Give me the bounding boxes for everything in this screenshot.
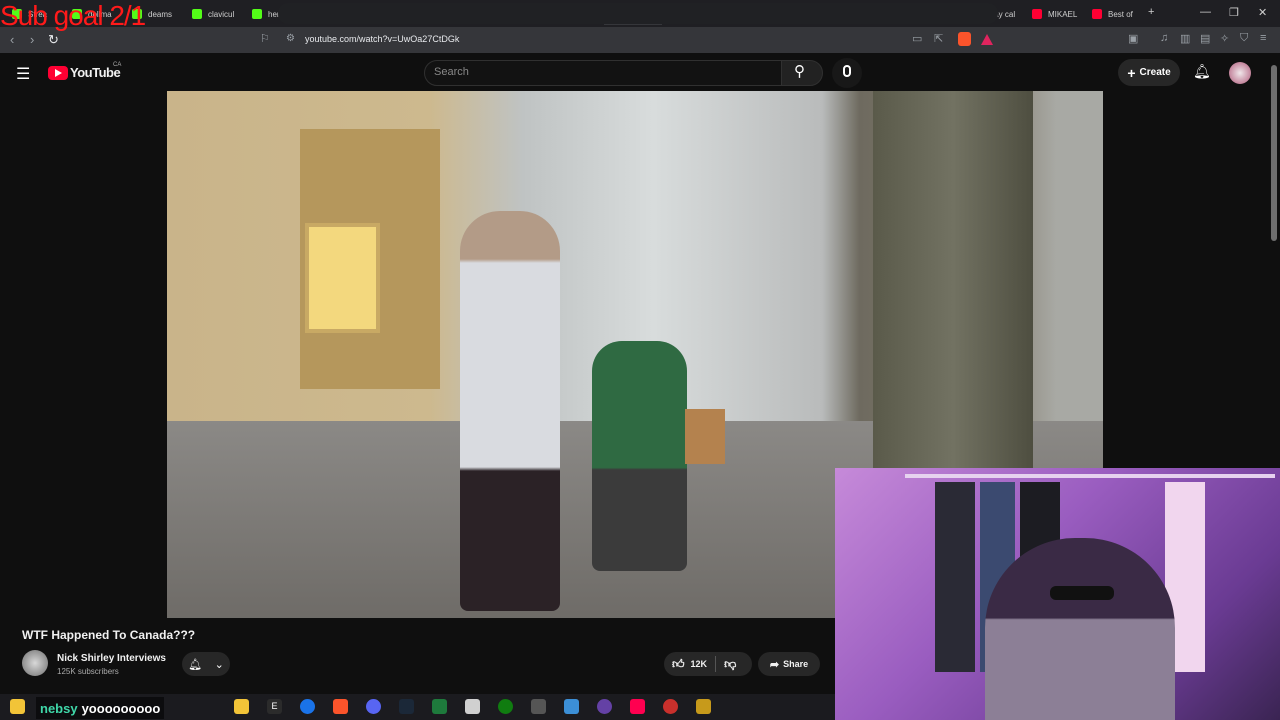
hanging-clothes xyxy=(935,482,975,672)
brave-icon[interactable] xyxy=(333,699,348,714)
search-icon: ⚲ xyxy=(794,63,805,80)
youtube-favicon-icon xyxy=(1032,9,1042,19)
epic-games-icon[interactable]: E xyxy=(267,699,282,714)
tab-label: clavicul xyxy=(208,9,235,19)
like-dislike-group: 👍︎ 12K 👎︎ xyxy=(664,652,752,676)
plus-icon: + xyxy=(1127,64,1136,81)
like-icon[interactable]: 👍︎ xyxy=(672,657,685,672)
menu-icon[interactable]: ≡ xyxy=(1260,32,1266,44)
webcam-overlay xyxy=(835,468,1280,720)
chat-username: nebsy xyxy=(40,700,78,716)
sidebar-icon[interactable]: ▥ xyxy=(1180,32,1190,45)
sub-goal-overlay: Sub goal 2/1 xyxy=(0,0,146,31)
vpn-icon[interactable]: ⛉ xyxy=(1240,32,1248,45)
edge-icon[interactable] xyxy=(300,699,315,714)
address-bar-row xyxy=(0,27,1280,53)
steam-icon[interactable] xyxy=(399,699,414,714)
app-icon[interactable] xyxy=(564,699,579,714)
game-app-icon[interactable] xyxy=(696,699,711,714)
display-case xyxy=(305,223,380,333)
bookmark-icon[interactable]: ⚐ xyxy=(260,32,270,45)
hamburger-menu-icon[interactable]: ☰ xyxy=(16,64,30,84)
maximize-icon[interactable]: ❐ xyxy=(1229,6,1239,19)
media-app-icon[interactable] xyxy=(663,699,678,714)
bell-icon: 🔔︎ xyxy=(188,658,203,671)
forward-icon[interactable]: › xyxy=(30,32,34,47)
url-field[interactable] xyxy=(278,3,998,24)
like-divider xyxy=(715,656,717,672)
kick-favicon-icon xyxy=(192,9,202,19)
search-placeholder: Search xyxy=(434,66,469,78)
create-label: Create xyxy=(1139,67,1171,78)
back-icon[interactable]: ‹ xyxy=(10,32,14,47)
xbox-icon[interactable] xyxy=(498,699,513,714)
like-count[interactable]: 12K xyxy=(691,659,708,669)
notifications-bell-icon[interactable]: 🔔︎ xyxy=(1193,63,1211,80)
tab-label: deams xyxy=(148,9,173,19)
share-label: Share xyxy=(783,659,809,669)
microphone-icon xyxy=(843,65,851,77)
person-grey-hoodie xyxy=(460,211,560,611)
new-tab-button[interactable]: + xyxy=(1148,6,1154,18)
streamer xyxy=(985,538,1175,720)
channel-avatar[interactable] xyxy=(22,650,48,676)
chat-message: yooooooooo xyxy=(81,700,161,716)
media-icon[interactable]: ♫ xyxy=(1160,32,1168,44)
paper-bag xyxy=(685,409,725,464)
screenshot-icon[interactable]: ▣ xyxy=(1128,32,1138,45)
page-scrollbar[interactable] xyxy=(1271,65,1277,241)
subscriber-count: 125K subscribers xyxy=(57,667,119,676)
share-button[interactable]: ➦ Share xyxy=(758,652,820,676)
minimize-icon[interactable]: — xyxy=(1200,6,1211,18)
url-text[interactable]: youtube.com/watch?v=UwOa27CtDGk xyxy=(305,34,459,44)
browser-tab[interactable]: clavicul xyxy=(184,3,242,25)
tab-label: Best of xyxy=(1108,9,1133,19)
subscription-bell-button[interactable]: 🔔︎ ⌄ xyxy=(182,652,230,676)
file-explorer-icon[interactable] xyxy=(10,699,25,714)
play-triangle-icon xyxy=(55,69,62,77)
share-icon: ➦ xyxy=(769,658,780,671)
browser-tab[interactable]: MIKAEL xyxy=(1024,3,1082,25)
brave-rewards-icon[interactable] xyxy=(981,34,993,45)
tab-label: MIKAEL xyxy=(1048,9,1078,19)
reload-icon[interactable]: ↻ xyxy=(48,32,59,48)
window-icon[interactable] xyxy=(465,699,480,714)
search-input[interactable] xyxy=(424,60,782,86)
folder-icon[interactable] xyxy=(234,699,249,714)
wallet-icon[interactable]: ▤ xyxy=(1200,32,1210,45)
tree-trunk xyxy=(873,91,1033,471)
browser-tab[interactable]: Best of xyxy=(1084,3,1142,25)
youtube-favicon-icon xyxy=(1092,9,1102,19)
create-button[interactable]: + Create xyxy=(1118,59,1180,86)
cast-icon[interactable]: ▭ xyxy=(912,32,922,45)
leo-ai-icon[interactable]: ✧ xyxy=(1220,32,1229,45)
account-avatar[interactable] xyxy=(1229,62,1251,84)
spreadsheet-icon[interactable] xyxy=(432,699,447,714)
person-green-jacket xyxy=(592,341,687,571)
chevron-down-icon: ⌄ xyxy=(214,658,224,671)
channel-name[interactable]: Nick Shirley Interviews xyxy=(57,653,166,664)
site-info-icon[interactable]: ⚙ xyxy=(286,33,295,44)
share-page-icon[interactable]: ⇱ xyxy=(934,32,943,45)
sunglasses xyxy=(1050,586,1114,600)
brave-shield-icon[interactable] xyxy=(958,32,971,46)
country-code: CA xyxy=(113,62,122,68)
video-title: WTF Happened To Canada??? xyxy=(22,628,196,642)
clothes-rack xyxy=(905,474,1275,478)
close-window-icon[interactable]: ✕ xyxy=(1258,6,1267,19)
chat-overlay: nebsy yooooooooo xyxy=(36,697,165,719)
tiktok-icon[interactable] xyxy=(630,699,645,714)
shield-app-icon[interactable] xyxy=(531,699,546,714)
discord-icon[interactable] xyxy=(366,699,381,714)
chat-app-icon[interactable] xyxy=(597,699,612,714)
dislike-icon[interactable]: 👎︎ xyxy=(724,657,736,672)
kick-favicon-icon xyxy=(252,9,262,19)
